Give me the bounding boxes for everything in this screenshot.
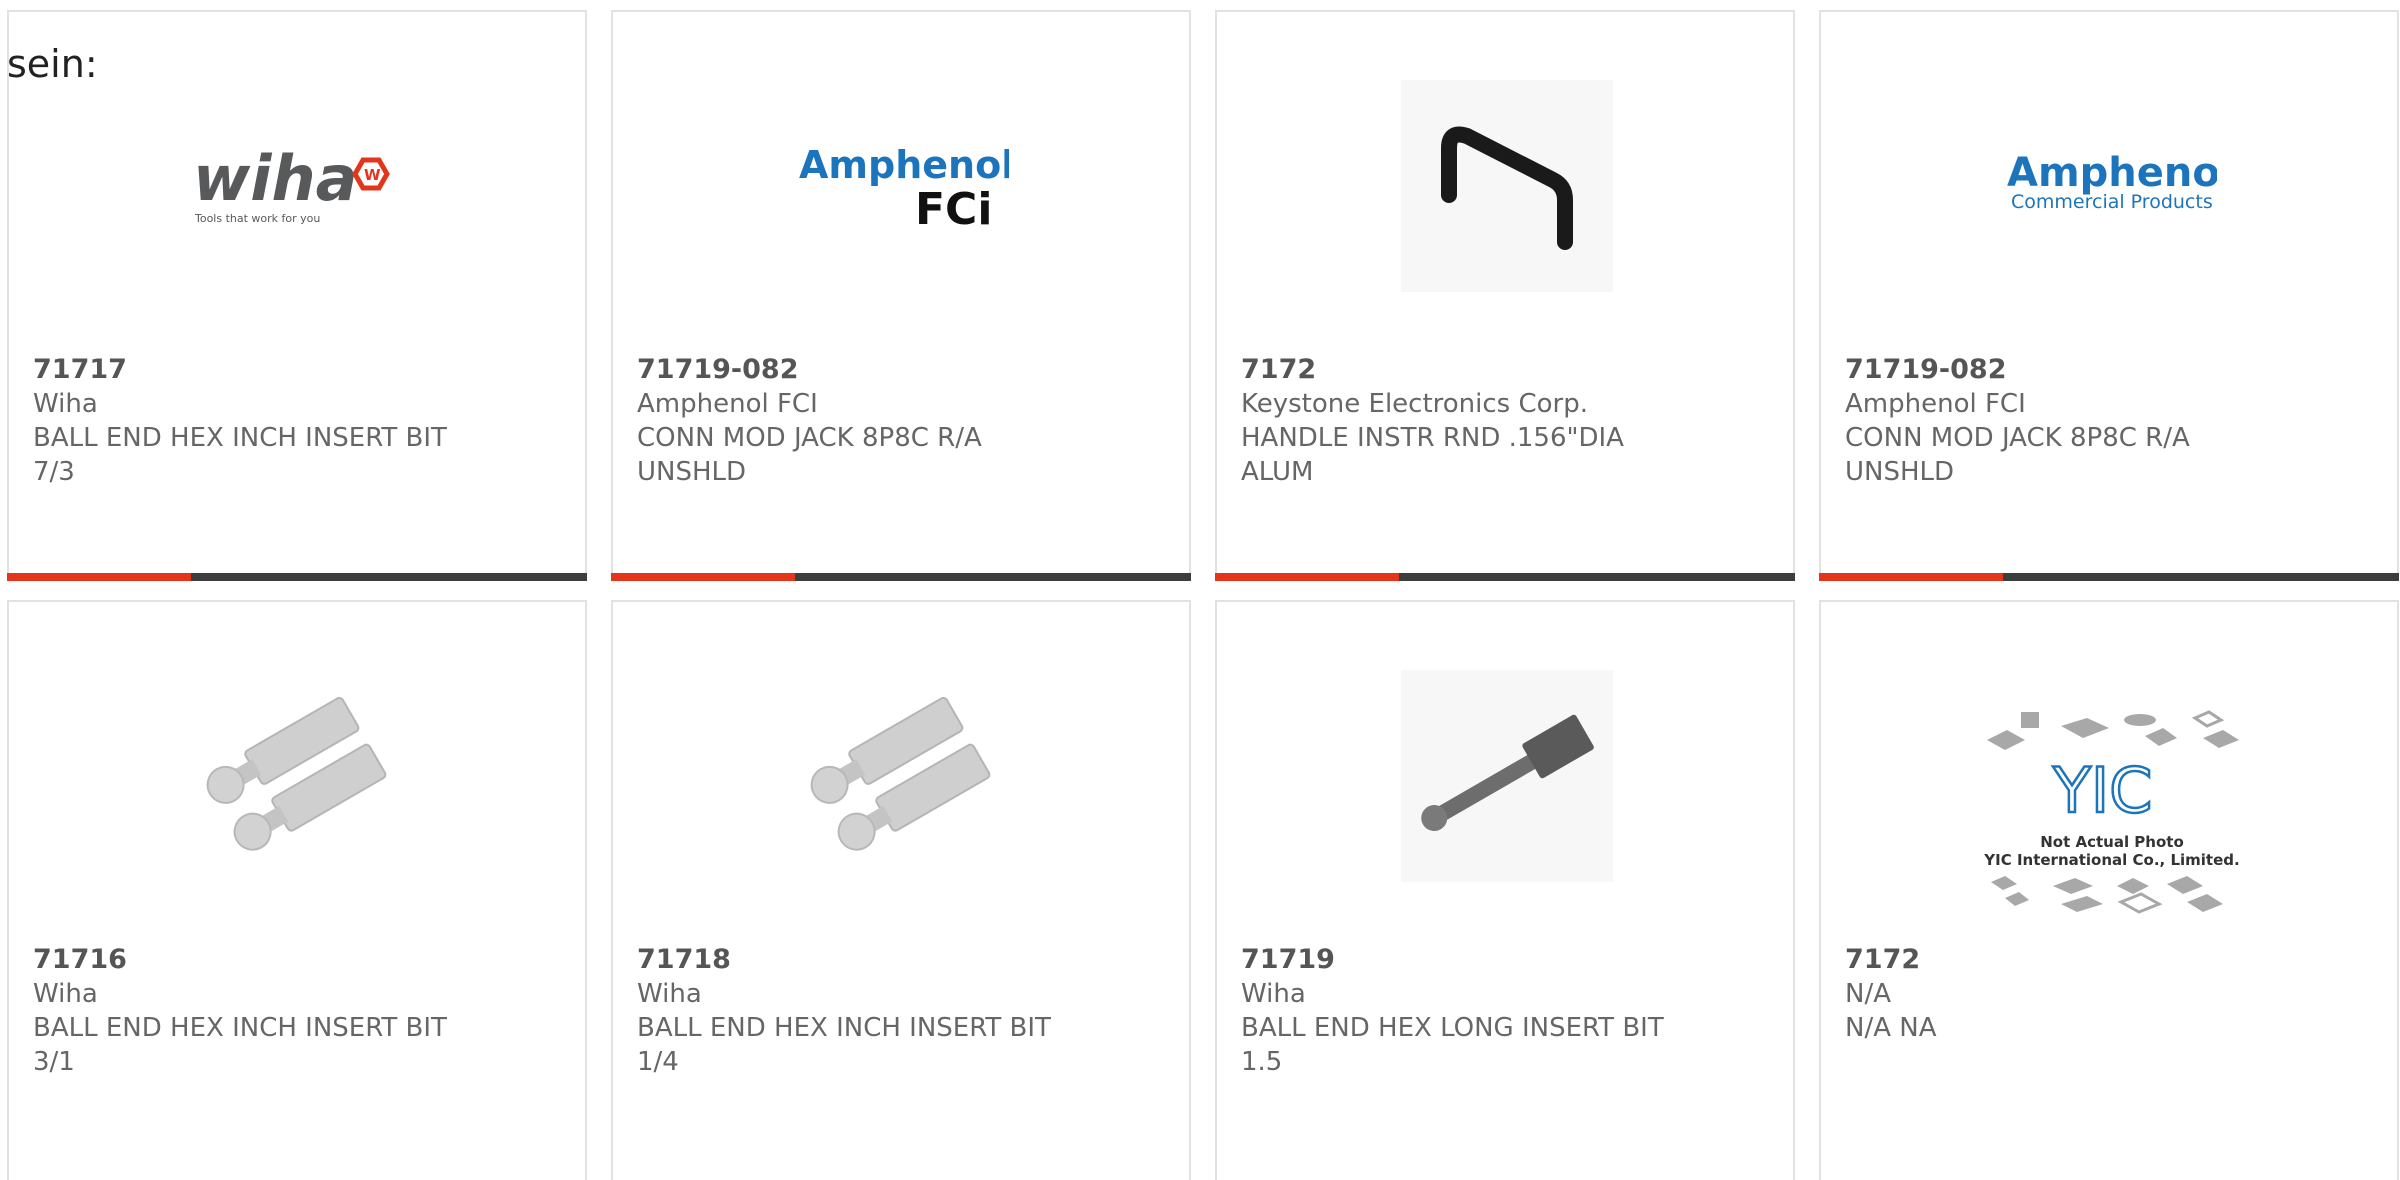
description-line-1: CONN MOD JACK 8P8C R/A	[637, 423, 982, 453]
card-accent-bar	[611, 573, 1191, 581]
part-number[interactable]: 71717	[33, 353, 573, 387]
description-line-2: 1/4	[637, 1047, 679, 1077]
svg-text:Tools that work for you: Tools that work for you	[194, 212, 320, 225]
svg-text:wiha: wiha	[193, 142, 358, 215]
description-line-2: ALUM	[1241, 457, 1314, 487]
svg-text:FCi: FCi	[915, 184, 992, 235]
part-number[interactable]: 7172	[1241, 353, 1781, 387]
description-line-1: BALL END HEX INCH INSERT BIT	[637, 1013, 1051, 1043]
svg-text:W: W	[364, 166, 381, 184]
svg-text:Amphenol: Amphenol	[2007, 150, 2217, 196]
card-accent-bar	[1215, 573, 1795, 581]
manufacturer: Wiha	[33, 979, 98, 1009]
amphenol-commercial-logo: Amphenol Commercial Products	[2005, 80, 2217, 292]
card-accent-bar	[1819, 573, 2399, 581]
description-line-1: BALL END HEX LONG INSERT BIT	[1241, 1013, 1664, 1043]
description-line-1: CONN MOD JACK 8P8C R/A	[1845, 423, 2190, 453]
product-card[interactable]: YIC Not Actual Photo YIC International C…	[1819, 600, 2399, 1180]
svg-text:Commercial Products: Commercial Products	[2011, 191, 2213, 213]
prefix-text: sein:	[7, 42, 98, 86]
svg-text:Amphenol: Amphenol	[799, 143, 1009, 187]
product-card[interactable]: 71719 Wiha BALL END HEX LONG INSERT BIT …	[1215, 600, 1795, 1180]
product-card[interactable]: 71718 Wiha BALL END HEX INCH INSERT BIT …	[611, 600, 1191, 1180]
description-line-2: UNSHLD	[637, 457, 747, 487]
description-line-2: 1.5	[1241, 1047, 1283, 1077]
description-line-2: 3/1	[33, 1047, 75, 1077]
manufacturer: Wiha	[33, 389, 98, 419]
description-line-1: N/A NA	[1845, 1013, 1937, 1043]
amphenol-fci-logo: Amphenol FCi	[797, 80, 1009, 292]
part-number[interactable]: 71719-082	[637, 353, 1177, 387]
manufacturer: Keystone Electronics Corp.	[1241, 389, 1589, 419]
insert-bits-photo	[193, 670, 405, 882]
wiha-logo: wiha W Tools that work for you	[193, 80, 405, 292]
part-number[interactable]: 71718	[637, 943, 1177, 977]
long-bit-photo	[1401, 670, 1613, 882]
manufacturer: Wiha	[1241, 979, 1306, 1009]
product-card[interactable]: Amphenol FCi 71719-082 Amphenol FCI CONN…	[611, 10, 1191, 581]
manufacturer: Amphenol FCI	[637, 389, 818, 419]
svg-text:YIC International Co., Limited: YIC International Co., Limited.	[1983, 851, 2239, 869]
product-card[interactable]: Amphenol Commercial Products 71719-082 A…	[1819, 10, 2399, 581]
part-number[interactable]: 71716	[33, 943, 573, 977]
manufacturer: N/A	[1845, 979, 1891, 1009]
card-accent-bar	[7, 573, 587, 581]
insert-bits-photo	[797, 670, 1009, 882]
yic-placeholder-image: YIC Not Actual Photo YIC International C…	[1977, 690, 2247, 930]
description-line-1: HANDLE INSTR RND .156"DIA	[1241, 423, 1624, 453]
handle-photo	[1401, 80, 1613, 292]
product-card[interactable]: wiha W Tools that work for you 71717 Wih…	[7, 10, 587, 581]
svg-text:YIC: YIC	[2052, 754, 2152, 827]
manufacturer: Wiha	[637, 979, 702, 1009]
description-line-1: BALL END HEX INCH INSERT BIT	[33, 423, 447, 453]
description-line-1: BALL END HEX INCH INSERT BIT	[33, 1013, 447, 1043]
description-line-2: UNSHLD	[1845, 457, 1955, 487]
manufacturer: Amphenol FCI	[1845, 389, 2026, 419]
description-line-2: 7/3	[33, 457, 75, 487]
product-card[interactable]: 71716 Wiha BALL END HEX INCH INSERT BIT …	[7, 600, 587, 1180]
part-number[interactable]: 71719	[1241, 943, 1781, 977]
svg-text:Not Actual Photo: Not Actual Photo	[2040, 833, 2184, 851]
part-number[interactable]: 71719-082	[1845, 353, 2385, 387]
product-grid: wiha W Tools that work for you 71717 Wih…	[0, 0, 2400, 1180]
part-number[interactable]: 7172	[1845, 943, 2385, 977]
product-card[interactable]: 7172 Keystone Electronics Corp. HANDLE I…	[1215, 10, 1795, 581]
